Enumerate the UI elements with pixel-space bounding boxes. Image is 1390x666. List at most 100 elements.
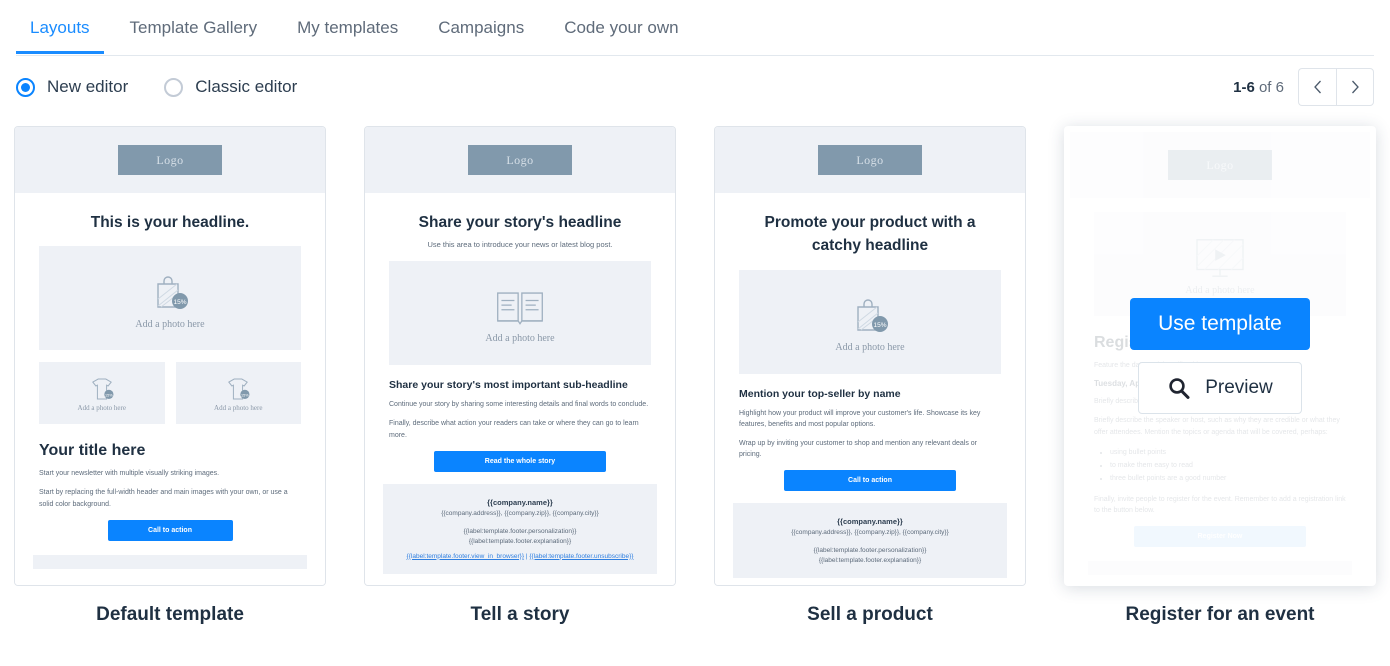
template-card-title: Default template [96,604,244,625]
footer-company-name: {{company.name}} [487,497,553,507]
template-card-sell-a-product[interactable]: Logo Promote your product with a catchy … [714,126,1026,626]
footer-company-name: {{company.name}} [837,517,903,527]
template-section-title: Share your story's most important sub-he… [389,379,628,392]
svg-text:15%: 15% [105,394,113,398]
template-preview[interactable]: Logo Share your story's headline Use thi… [364,126,676,586]
template-section-title: Mention your top-seller by name [739,387,901,400]
footer-view-in-browser-link[interactable]: {{label:template.footer.view_in_browser}… [407,553,524,560]
footer-personalization: {{label:template.footer.personalization}… [463,527,577,535]
template-card-register-for-an-event[interactable]: Logo Add a photo here Register for an ev… [1064,126,1376,626]
template-paragraph: Finally, describe what action your reade… [389,420,639,439]
pagination: 1-6 of 6 [1233,68,1374,106]
tab-template-gallery[interactable]: Template Gallery [116,0,272,54]
template-preview[interactable]: Logo Promote your product with a catchy … [714,126,1026,586]
template-subheading: Use this area to introduce your news or … [427,240,613,250]
template-cta-button: Call to action [784,470,956,492]
pagination-next-button[interactable] [1336,68,1374,106]
pagination-prev-button[interactable] [1298,68,1336,106]
footer-personalization: {{label:template.footer.personalization}… [813,547,927,555]
template-footer: {{company.name}} {{company.address}}, {{… [733,503,1007,579]
tab-label: Layouts [30,18,90,37]
tab-layouts[interactable]: Layouts [16,0,104,54]
footer-address: {{company.address}}, {{company.zip}}, {{… [791,529,949,537]
photo-placeholder-label: Add a photo here [214,404,263,413]
template-footer: {{company.name}} {{company.address}}, {{… [383,483,657,574]
editor-selector: New editor Classic editor [16,77,297,97]
template-section-title: Your title here [39,442,146,460]
template-headline: Share your story's headline [418,214,622,231]
radio-new-editor[interactable]: New editor [16,77,128,97]
template-preview-content: Logo This is your headline. 15% Add a ph… [15,127,325,585]
use-template-button[interactable]: Use template [1130,298,1310,350]
template-preview-content: Logo Promote your product with a catchy … [715,127,1025,585]
svg-text:15%: 15% [241,394,249,398]
radio-label: Classic editor [195,77,298,96]
pagination-total: of 6 [1258,78,1284,96]
tab-my-templates[interactable]: My templates [283,0,412,54]
radio-unselected-icon [164,77,184,97]
template-card-title: Register for an event [1125,604,1315,625]
template-card-tell-a-story[interactable]: Logo Share your story's headline Use thi… [364,126,676,626]
footer-explanation: {{label:template.footer.explanation}} [818,557,922,565]
template-paragraph: Start your newsletter with multiple visu… [39,470,220,478]
logo-band: Logo [15,127,325,193]
photo-placeholder-label: Add a photo here [135,318,205,330]
template-headline: This is your headline. [90,214,250,231]
photo-placeholder: 15% Add a photo here [739,269,1001,374]
template-footer-strip [33,554,307,569]
template-card-default-template[interactable]: Logo This is your headline. 15% Add a ph… [14,126,326,626]
logo-band: Logo [715,127,1025,193]
template-hover-overlay: Use template Preview [1065,127,1375,585]
open-book-icon [497,292,543,325]
photo-placeholder: 15% Add a photo here [39,362,165,425]
logo-placeholder: Logo [818,145,922,175]
tshirt-icon: 15% [228,378,250,400]
shopping-bag-icon: 15% [857,299,888,332]
template-card-title: Tell a story [470,604,570,625]
tshirt-icon: 15% [91,378,114,400]
logo-band: Logo [365,127,675,193]
tab-label: Template Gallery [129,18,258,37]
photo-placeholder-label: Add a photo here [485,332,555,344]
shopping-bag-icon: 15% [157,276,188,309]
footer-unsubscribe-link[interactable]: {{label:template.footer.unsubscribe}} [529,553,633,560]
pagination-range: 1-6 [1233,78,1255,96]
radio-selected-icon [16,77,35,97]
chevron-right-icon [1351,80,1359,94]
photo-placeholder: 15% Add a photo here [39,246,301,351]
logo-placeholder: Logo [468,145,572,175]
template-card-title: Sell a product [807,604,933,625]
photo-placeholder-label: Add a photo here [77,404,126,413]
two-photo-row: 15% Add a photo here 15% Add a photo her… [39,362,301,425]
pagination-buttons [1298,68,1374,106]
template-paragraph: Start by replacing the full-width header… [39,489,288,508]
template-paragraph: Wrap up by inviting your customer to sho… [739,439,977,459]
template-preview-content: Logo Share your story's headline Use thi… [365,127,675,585]
template-headline: Promote your product with a catchy headl… [764,214,976,255]
template-paragraph: Continue your story by sharing some inte… [389,401,649,409]
chevron-left-icon [1314,80,1321,94]
radio-classic-editor[interactable]: Classic editor [164,77,297,97]
photo-placeholder: Add a photo here [389,261,651,366]
svg-text:15%: 15% [873,322,886,329]
search-icon [1169,378,1190,399]
template-paragraph: Highlight how your product will improve … [739,409,981,428]
footer-links: {{label:template.footer.view_in_browser}… [391,553,649,560]
preview-button-label: Preview [1205,377,1273,398]
footer-explanation: {{label:template.footer.explanation}} [468,537,572,545]
template-cta-button: Call to action [107,519,233,541]
svg-text:15%: 15% [173,299,186,306]
template-preview[interactable]: Logo This is your headline. 15% Add a ph… [14,126,326,586]
main-tab-bar: Layouts Template Gallery My templates Ca… [0,0,1390,56]
footer-address: {{company.address}}, {{company.zip}}, {{… [441,509,599,517]
template-cta-button: Read the whole story [434,450,606,472]
logo-placeholder: Logo [118,145,222,175]
tab-code-your-own[interactable]: Code your own [550,0,692,54]
tab-campaigns[interactable]: Campaigns [424,0,538,54]
preview-button[interactable]: Preview [1138,362,1302,414]
template-body: This is your headline. 15% Add a photo h… [15,211,325,569]
template-body: Promote your product with a catchy headl… [715,211,1025,579]
template-preview[interactable]: Logo Add a photo here Register for an ev… [1064,126,1376,586]
photo-placeholder-label: Add a photo here [835,342,905,353]
template-body: Share your story's headline Use this are… [365,211,675,574]
